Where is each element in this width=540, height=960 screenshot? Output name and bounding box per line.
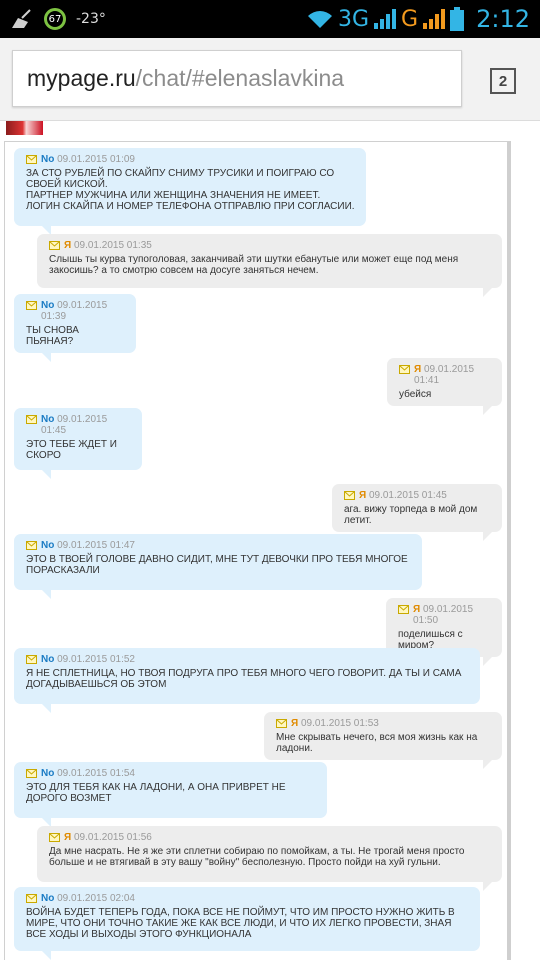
battery-icon: [450, 7, 465, 31]
url-path: /chat/#elenaslavkina: [135, 65, 345, 91]
envelope-icon: [26, 769, 37, 778]
battery-percent-icon: 67: [44, 8, 66, 30]
clock: 2:12: [476, 5, 530, 33]
message-meta: Я 09.01.2015 01:45: [344, 490, 492, 501]
message-sender: No: [41, 300, 55, 311]
message-timestamp: 09.01.2015 01:54: [54, 768, 135, 779]
message-timestamp: 09.01.2015 01:45: [366, 490, 447, 501]
message-meta: No 09.01.2015 01:09: [26, 154, 356, 165]
envelope-icon: [344, 491, 355, 500]
chat-window: No 09.01.2015 01:09 ЗА СТО РУБЛЕЙ ПО СКАЙ…: [4, 141, 511, 960]
envelope-icon: [26, 301, 37, 310]
message-text: Мне скрывать нечего, вся моя жизнь как н…: [276, 732, 478, 754]
envelope-icon: [26, 415, 37, 424]
message-bubble-outgoing: Я 09.01.2015 01:56 Да мне насрать. Не я ж…: [37, 826, 502, 891]
message-text: ЗА СТО РУБЛЕЙ ПО СКАЙПУ СНИМУ ТРУСИКИ И …: [26, 168, 355, 212]
temperature: -23°: [76, 11, 106, 27]
message-text: Слышь ты курва тупоголовая, заканчивай э…: [49, 254, 459, 276]
message-bubble-incoming: No 09.01.2015 01:47 ЭТО В ТВОЕЙ ГОЛОВЕ ДА…: [14, 534, 422, 599]
envelope-icon: [26, 655, 37, 664]
message-sender: No: [41, 154, 55, 165]
cleaner-icon: [12, 9, 31, 28]
envelope-icon: [398, 605, 409, 614]
message-text: Я НЕ СПЛЕТНИЦА, НО ТВОЯ ПОДРУГА ПРО ТЕБЯ…: [26, 668, 462, 690]
message-meta: No 09.01.2015 01:39: [26, 300, 126, 322]
message-text: ЭТО ДЛЯ ТЕБЯ КАК НА ЛАДОНИ, А ОНА ПРИВРЕ…: [26, 782, 286, 804]
page-content: No 09.01.2015 01:09 ЗА СТО РУБЛЕЙ ПО СКАЙ…: [0, 121, 540, 960]
message-meta: No 09.01.2015 02:04: [26, 893, 470, 904]
message-bubble-incoming: No 09.01.2015 02:04 ВОЙНА БУДЕТ ТЕПЕРЬ ГО…: [14, 887, 480, 960]
message-bubble-incoming: No 09.01.2015 01:45 ЭТО ТЕБЕ ЖДЕТ И СКОРО: [14, 408, 142, 479]
message-meta: Я 09.01.2015 01:53: [276, 718, 492, 729]
message-bubble-outgoing: Я 09.01.2015 01:53 Мне скрывать нечего, в…: [264, 712, 502, 769]
message-timestamp: 09.01.2015 01:53: [298, 718, 379, 729]
message-bubble-incoming: No 09.01.2015 01:52 Я НЕ СПЛЕТНИЦА, НО ТВ…: [14, 648, 480, 713]
message-text: ага. вижу торпеда в мой дом летит.: [344, 504, 478, 526]
envelope-icon: [49, 833, 60, 842]
message-meta: No 09.01.2015 01:54: [26, 768, 317, 779]
message-text: ЭТО ТЕБЕ ЖДЕТ И СКОРО: [26, 439, 117, 461]
message-bubble-outgoing: Я 09.01.2015 01:41 убейся: [387, 358, 502, 415]
message-text: Да мне насрать. Не я же эти сплетни соби…: [49, 846, 465, 868]
message-timestamp: 09.01.2015 01:56: [71, 832, 152, 843]
message-bubble-incoming: No 09.01.2015 01:39 ТЫ СНОВА ПЬЯНАЯ?: [14, 294, 136, 362]
message-timestamp: 09.01.2015 02:04: [54, 893, 135, 904]
message-sender: No: [41, 893, 55, 904]
message-sender: No: [41, 768, 55, 779]
network-type-g: G: [401, 6, 419, 32]
message-timestamp: 09.01.2015 01:50: [413, 604, 474, 626]
avatar: [6, 121, 43, 135]
signal-icon-2: [423, 9, 446, 29]
network-type-3g: 3G: [337, 6, 370, 32]
message-meta: Я 09.01.2015 01:41: [399, 364, 492, 386]
address-bar[interactable]: mypage.ru/chat/#elenaslavkina: [12, 50, 462, 107]
message-meta: No 09.01.2015 01:47: [26, 540, 412, 551]
message-bubble-outgoing: Я 09.01.2015 01:35 Слышь ты курва тупогол…: [37, 234, 502, 297]
message-timestamp: 09.01.2015 01:41: [414, 364, 475, 386]
envelope-icon: [26, 894, 37, 903]
message-text: ТЫ СНОВА ПЬЯНАЯ?: [26, 325, 79, 347]
browser-toolbar: mypage.ru/chat/#elenaslavkina 2: [0, 38, 540, 121]
message-timestamp: 09.01.2015 01:35: [71, 240, 152, 251]
message-text: ВОЙНА БУДЕТ ТЕПЕРЬ ГОДА, ПОКА ВСЕ НЕ ПОЙ…: [26, 907, 455, 940]
message-sender: No: [41, 414, 55, 425]
url-host: mypage.ru: [27, 65, 136, 91]
envelope-icon: [276, 719, 287, 728]
message-bubble-incoming: No 09.01.2015 01:09 ЗА СТО РУБЛЕЙ ПО СКАЙ…: [14, 148, 366, 235]
message-sender: No: [41, 540, 55, 551]
envelope-icon: [399, 365, 410, 374]
message-text: убейся: [399, 389, 432, 400]
message-timestamp: 09.01.2015 01:47: [54, 540, 135, 551]
status-bar: 67 -23° 3G G 2:12: [0, 0, 540, 38]
message-timestamp: 09.01.2015 01:09: [54, 154, 135, 165]
status-right-icons: 3G G 2:12: [306, 4, 530, 34]
envelope-icon: [49, 241, 60, 250]
message-bubble-incoming: No 09.01.2015 01:54 ЭТО ДЛЯ ТЕБЯ КАК НА Л…: [14, 762, 327, 827]
message-bubble-outgoing: Я 09.01.2015 01:45 ага. вижу торпеда в мо…: [332, 484, 502, 541]
envelope-icon: [26, 541, 37, 550]
envelope-icon: [26, 155, 37, 164]
wifi-icon: [307, 11, 332, 28]
status-left-icons: 67 -23°: [8, 6, 106, 32]
message-timestamp: 09.01.2015 01:52: [54, 654, 135, 665]
message-meta: No 09.01.2015 01:45: [26, 414, 132, 436]
tab-switcher-button[interactable]: 2: [490, 68, 516, 94]
message-meta: Я 09.01.2015 01:56: [49, 832, 492, 843]
message-meta: No 09.01.2015 01:52: [26, 654, 470, 665]
signal-icon-1: [374, 9, 397, 29]
message-text: ЭТО В ТВОЕЙ ГОЛОВЕ ДАВНО СИДИТ, МНЕ ТУТ …: [26, 554, 408, 576]
message-meta: Я 09.01.2015 01:50: [398, 604, 492, 626]
message-meta: Я 09.01.2015 01:35: [49, 240, 492, 251]
message-sender: No: [41, 654, 55, 665]
